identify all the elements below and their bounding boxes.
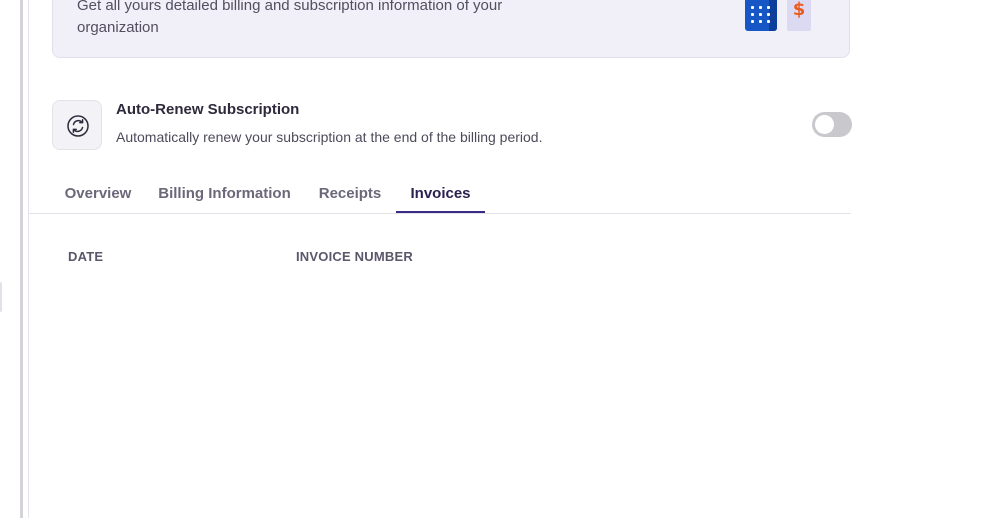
billing-tabs: Overview Billing Information Receipts In… <box>29 176 851 214</box>
sidebar-collapse-handle[interactable] <box>0 282 2 312</box>
auto-renew-description: Automatically renew your subscription at… <box>116 129 543 145</box>
tab-invoices[interactable]: Invoices <box>396 176 485 213</box>
auto-renew-title: Auto-Renew Subscription <box>116 101 300 118</box>
billing-info-banner: Get all yours detailed billing and subsc… <box>52 0 850 58</box>
tab-overview[interactable]: Overview <box>52 176 144 213</box>
content-divider <box>28 0 29 518</box>
column-header-invoice-number: INVOICE NUMBER <box>296 249 413 264</box>
sidebar-edge <box>20 0 23 518</box>
toggle-knob <box>815 115 834 134</box>
auto-renew-toggle[interactable] <box>812 112 852 137</box>
building-icon <box>745 0 777 31</box>
dollar-note-icon: $ <box>787 0 811 31</box>
banner-description: Get all yours detailed billing and subsc… <box>77 0 503 36</box>
tab-billing-information[interactable]: Billing Information <box>156 176 293 213</box>
refresh-icon <box>67 115 89 137</box>
column-header-date: DATE <box>68 249 104 264</box>
tab-receipts[interactable]: Receipts <box>313 176 387 213</box>
auto-renew-icon-box <box>52 100 102 150</box>
